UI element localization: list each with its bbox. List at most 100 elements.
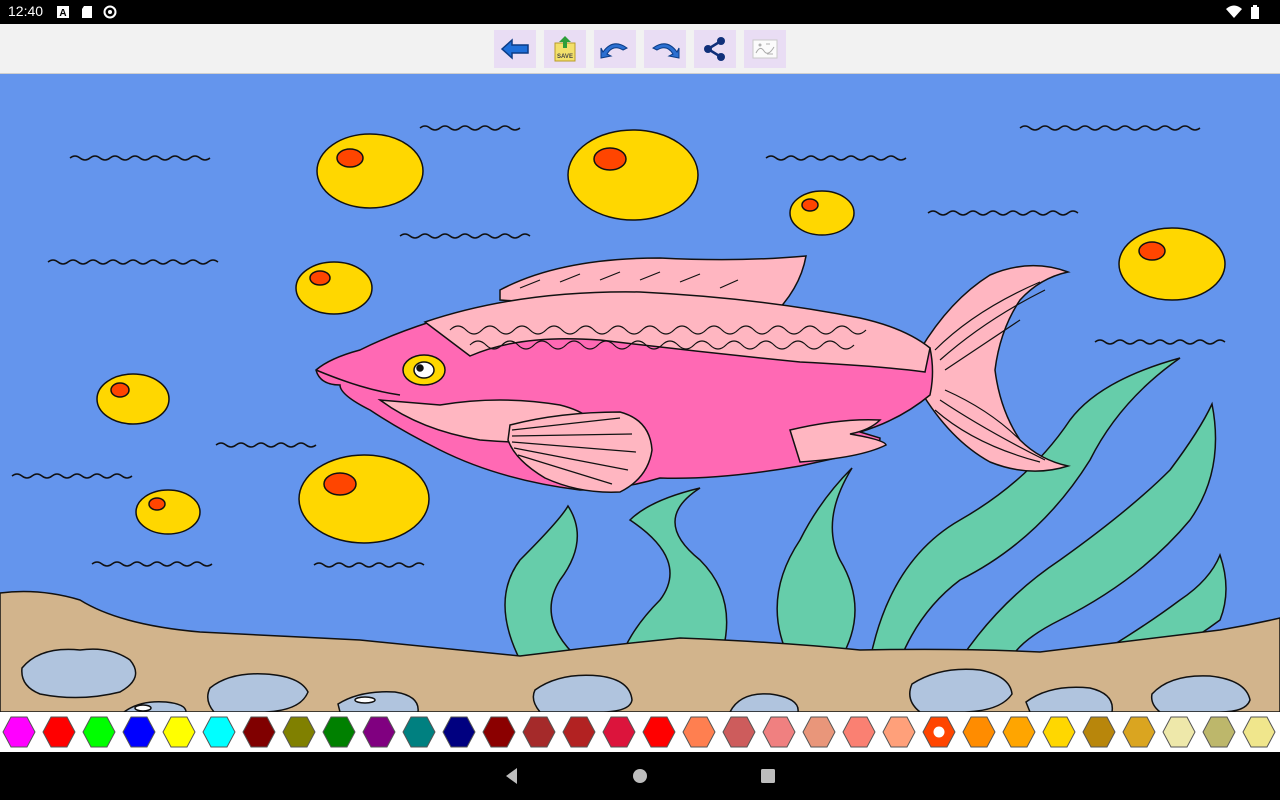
color-swatch[interactable] xyxy=(161,715,197,749)
color-swatch[interactable] xyxy=(241,715,277,749)
bubble-dot[interactable] xyxy=(323,472,357,496)
status-time: 12:40 xyxy=(8,3,44,19)
bubble[interactable] xyxy=(567,129,699,221)
redo-button[interactable] xyxy=(644,30,686,68)
font-icon: A xyxy=(57,6,69,19)
hexagon-swatch-icon xyxy=(522,716,556,748)
hexagon-swatch-icon xyxy=(1042,716,1076,748)
hexagon-swatch-icon xyxy=(562,716,596,748)
color-swatch[interactable] xyxy=(321,715,357,749)
color-palette xyxy=(0,712,1280,752)
bubble-dot[interactable] xyxy=(148,497,166,511)
hexagon-swatch-icon xyxy=(1162,716,1196,748)
bubble[interactable] xyxy=(316,133,424,209)
picture-thumbnail-icon xyxy=(752,39,778,59)
hexagon-swatch-icon xyxy=(402,716,436,748)
bubble[interactable] xyxy=(1118,227,1226,301)
bubble-dot[interactable] xyxy=(110,382,130,398)
hexagon-swatch-icon xyxy=(882,716,916,748)
color-swatch[interactable] xyxy=(561,715,597,749)
nav-back-button[interactable] xyxy=(500,764,524,788)
bubble-dot[interactable] xyxy=(336,148,364,168)
color-swatch[interactable] xyxy=(841,715,877,749)
color-swatch[interactable] xyxy=(681,715,717,749)
bubble-dot[interactable] xyxy=(801,198,819,212)
hexagon-swatch-icon xyxy=(922,716,956,748)
color-swatch[interactable] xyxy=(441,715,477,749)
hexagon-swatch-icon xyxy=(802,716,836,748)
color-swatch[interactable] xyxy=(1121,715,1157,749)
color-swatch[interactable] xyxy=(1001,715,1037,749)
undo-icon xyxy=(600,43,628,59)
bubble-dot[interactable] xyxy=(309,270,331,286)
fish-drawing[interactable] xyxy=(0,74,1280,712)
color-swatch[interactable] xyxy=(81,715,117,749)
hexagon-swatch-icon xyxy=(162,716,196,748)
coloring-canvas[interactable] xyxy=(0,74,1280,712)
hexagon-swatch-icon xyxy=(362,716,396,748)
save-label: SAVE xyxy=(557,54,573,60)
hexagon-swatch-icon xyxy=(2,716,36,748)
color-swatch[interactable] xyxy=(521,715,557,749)
color-swatch[interactable] xyxy=(881,715,917,749)
color-swatch[interactable] xyxy=(401,715,437,749)
hexagon-swatch-icon xyxy=(202,716,236,748)
hexagon-swatch-icon xyxy=(42,716,76,748)
color-swatch[interactable] xyxy=(201,715,237,749)
bubble-dot[interactable] xyxy=(593,147,627,171)
hexagon-swatch-icon xyxy=(82,716,116,748)
color-swatch[interactable] xyxy=(641,715,677,749)
hexagon-swatch-icon xyxy=(322,716,356,748)
save-button[interactable]: SAVE xyxy=(544,30,586,68)
color-swatch[interactable] xyxy=(961,715,997,749)
save-icon: SAVE xyxy=(554,36,576,62)
color-swatch[interactable] xyxy=(721,715,757,749)
color-swatch[interactable] xyxy=(1041,715,1077,749)
hexagon-swatch-icon xyxy=(1082,716,1116,748)
hexagon-swatch-icon xyxy=(482,716,516,748)
color-swatch[interactable] xyxy=(601,715,637,749)
bubble-dot[interactable] xyxy=(1138,241,1166,261)
color-swatch[interactable] xyxy=(1241,715,1277,749)
hexagon-swatch-icon xyxy=(962,716,996,748)
color-swatch[interactable] xyxy=(1161,715,1197,749)
color-swatch[interactable] xyxy=(121,715,157,749)
hexagon-swatch-icon xyxy=(122,716,156,748)
color-swatch[interactable] xyxy=(1,715,37,749)
color-swatch[interactable] xyxy=(361,715,397,749)
home-circle-icon xyxy=(633,769,647,783)
undo-button[interactable] xyxy=(594,30,636,68)
hexagon-swatch-icon xyxy=(1002,716,1036,748)
hexagon-swatch-icon xyxy=(842,716,876,748)
color-swatch[interactable] xyxy=(1201,715,1237,749)
hexagon-swatch-icon xyxy=(762,716,796,748)
battery-icon xyxy=(1251,5,1259,19)
wifi-icon xyxy=(1226,5,1242,18)
back-button[interactable] xyxy=(494,30,536,68)
bubble[interactable] xyxy=(789,190,855,236)
nav-home-button[interactable] xyxy=(628,764,652,788)
hexagon-swatch-icon xyxy=(1202,716,1236,748)
toolbar: SAVE xyxy=(0,24,1280,74)
recents-square-icon xyxy=(761,769,775,783)
back-triangle-icon xyxy=(506,768,517,784)
nav-recents-button[interactable] xyxy=(756,764,780,788)
selected-indicator-icon xyxy=(933,726,945,738)
hexagon-swatch-icon xyxy=(682,716,716,748)
color-swatch[interactable] xyxy=(801,715,837,749)
bubble[interactable] xyxy=(298,454,430,544)
color-swatch[interactable] xyxy=(281,715,317,749)
gallery-button[interactable] xyxy=(744,30,786,68)
svg-text:A: A xyxy=(59,8,66,19)
color-swatch[interactable] xyxy=(41,715,77,749)
status-bar: 12:40 A xyxy=(0,0,1280,24)
bubble[interactable] xyxy=(96,373,170,425)
bubble[interactable] xyxy=(295,261,373,315)
color-swatch[interactable] xyxy=(1081,715,1117,749)
color-swatch-selected[interactable] xyxy=(921,715,957,749)
color-swatch[interactable] xyxy=(481,715,517,749)
color-swatch[interactable] xyxy=(761,715,797,749)
share-button[interactable] xyxy=(694,30,736,68)
hexagon-swatch-icon xyxy=(1122,716,1156,748)
bubble[interactable] xyxy=(135,489,201,535)
